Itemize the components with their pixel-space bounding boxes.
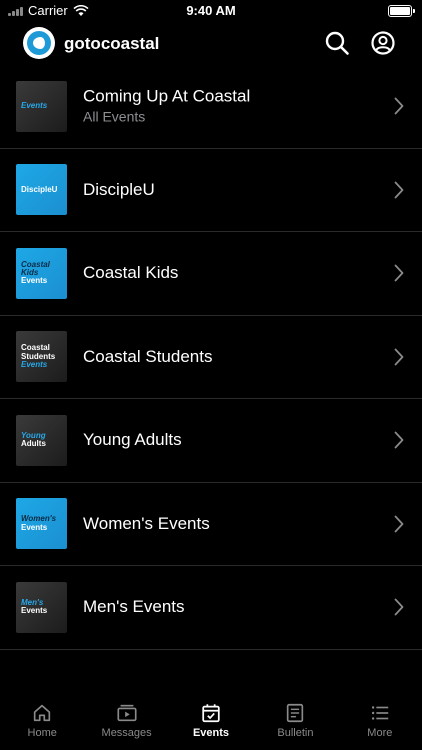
thumbnail-text: Adults [21, 439, 46, 449]
event-row[interactable]: DiscipleU DiscipleU [0, 149, 422, 232]
thumbnail-text: DiscipleU [21, 184, 58, 194]
tab-home[interactable]: Home [0, 694, 84, 750]
event-title: DiscipleU [83, 179, 155, 199]
event-thumbnail: Women's Events [16, 498, 67, 550]
thumbnail-text: Events [21, 522, 48, 532]
event-text: DiscipleU [83, 180, 155, 200]
chevron-right-icon [394, 431, 404, 449]
event-row[interactable]: Men's Events Men's Events [0, 566, 422, 650]
event-title: Coastal Kids [83, 263, 179, 283]
event-row[interactable]: Coastal Students Events Coastal Students [0, 316, 422, 399]
event-row[interactable]: Events Coming Up At Coastal All Events [0, 65, 422, 149]
event-text: Coastal Students [83, 347, 212, 367]
tab-label: Bulletin [277, 727, 314, 739]
list-icon [371, 706, 389, 720]
event-title: Coming Up At Coastal [83, 86, 251, 106]
event-row[interactable]: Coastal Kids Events Coastal Kids [0, 232, 422, 316]
chevron-right-icon [394, 97, 404, 115]
event-title: Coastal Students [83, 346, 213, 366]
messages-icon [117, 704, 137, 722]
event-title: Young Adults [83, 430, 182, 450]
event-text: Coming Up At Coastal All Events [83, 87, 250, 126]
tab-label: Events [192, 727, 230, 739]
status-time: 9:40 AM [186, 3, 236, 18]
event-subtitle: All Events [83, 108, 146, 125]
status-bar: Carrier 9:40 AM [0, 0, 422, 22]
tab-label: Messages [101, 727, 152, 739]
chevron-right-icon [394, 515, 404, 533]
search-icon[interactable] [324, 30, 350, 56]
thumbnail-text: Events [21, 101, 48, 111]
event-title: Men's Events [83, 597, 185, 617]
thumbnail-text: Events [21, 606, 48, 616]
event-thumbnail: Young Adults [16, 414, 67, 466]
chevron-right-icon [394, 598, 404, 616]
event-text: Coastal Kids [83, 263, 178, 283]
chevron-right-icon [394, 264, 404, 282]
bulletin-icon [287, 703, 304, 723]
tab-bar: Home Messages Events Bulletin More [0, 694, 422, 750]
tab-label: More [367, 727, 393, 739]
event-text: Young Adults [83, 430, 182, 450]
tab-events[interactable]: Events [169, 694, 253, 750]
tab-more[interactable]: More [338, 694, 422, 750]
event-thumbnail: Events [16, 80, 67, 132]
calendar-icon [202, 704, 220, 723]
thumbnail-text: Events [21, 276, 48, 286]
event-text: Women's Events [83, 514, 210, 534]
event-list: Events Coming Up At Coastal All Events Disc… [0, 65, 422, 650]
chevron-right-icon [394, 181, 404, 199]
event-thumbnail: Coastal Kids Events [16, 247, 67, 299]
event-thumbnail: Men's Events [16, 581, 67, 633]
event-text: Men's Events [83, 597, 185, 617]
event-thumbnail: Coastal Students Events [16, 331, 67, 383]
app-title: gotocoastal [64, 34, 160, 53]
app-header: gotocoastal [0, 26, 422, 62]
chevron-right-icon [394, 348, 404, 366]
battery-icon [388, 5, 415, 17]
app-screen: Carrier 9:40 AM gotocoastal Events Coming… [0, 0, 422, 750]
thumbnail-text: Events [21, 359, 48, 369]
tab-messages[interactable]: Messages [84, 694, 168, 750]
event-thumbnail: DiscipleU [16, 164, 67, 216]
event-row[interactable]: Young Adults Young Adults [0, 399, 422, 483]
event-title: Women's Events [83, 513, 210, 533]
profile-icon[interactable] [370, 30, 396, 56]
home-icon [34, 704, 51, 722]
app-logo[interactable] [23, 27, 55, 59]
event-row[interactable]: Women's Events Women's Events [0, 483, 422, 566]
tab-label: Home [27, 727, 57, 739]
tab-bulletin[interactable]: Bulletin [253, 694, 337, 750]
